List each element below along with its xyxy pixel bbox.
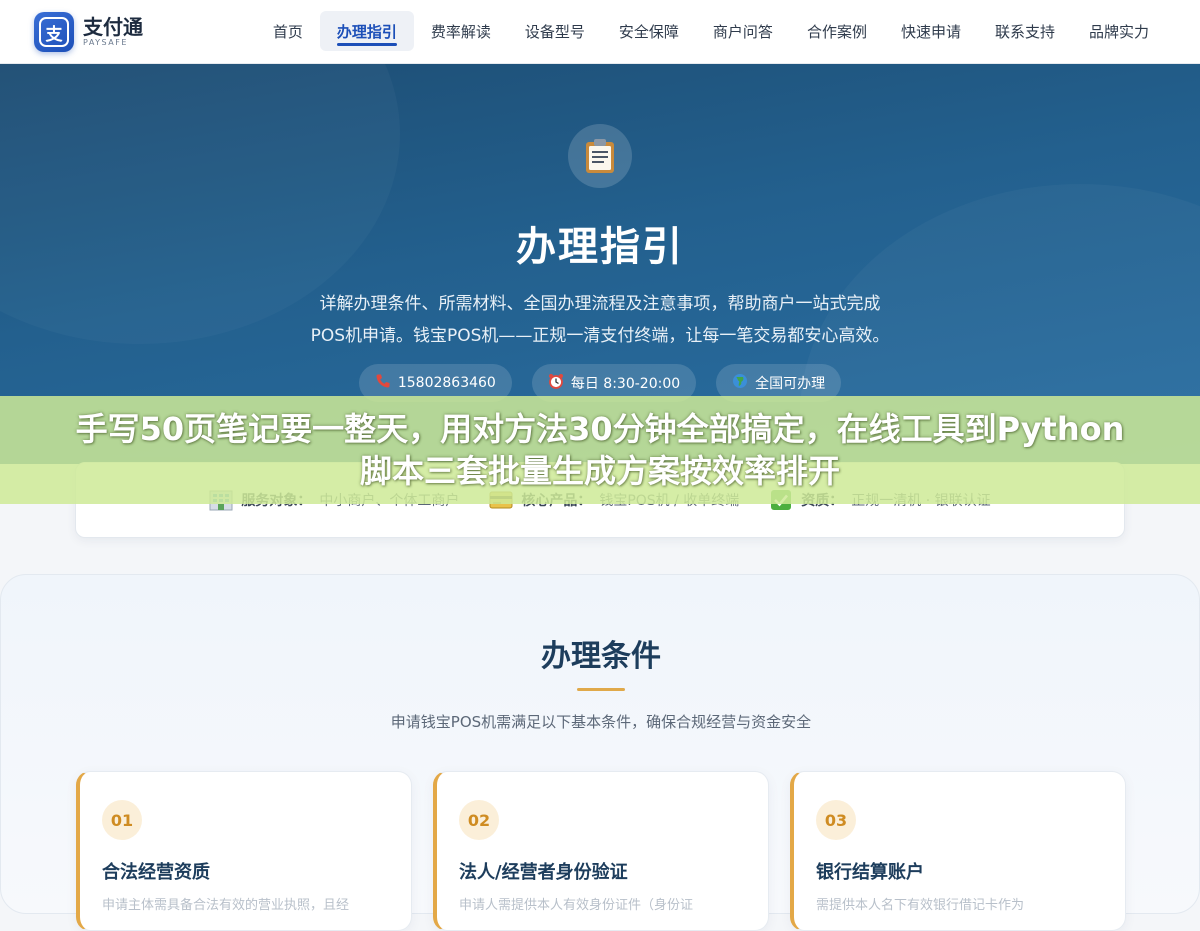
banner-line: 手写50页笔记要一整天，用对方法30分钟全部搞定，在线工具到Python	[75, 410, 1125, 448]
condition-card: 01 合法经营资质 申请主体需具备合法有效的营业执照，且经	[76, 771, 412, 931]
nav-item-cases[interactable]: 合作案例	[790, 11, 884, 51]
hero-description: 详解办理条件、所需材料、全国办理流程及注意事项，帮助商户一站式完成 POS机申请…	[280, 288, 920, 352]
section-subtitle: 申请钱宝POS机需满足以下基本条件，确保合规经营与资金安全	[390, 713, 812, 731]
condition-card: 02 法人/经营者身份验证 申请人需提供本人有效身份证件（身份证	[433, 771, 769, 931]
nav-item-support[interactable]: 联系支持	[978, 11, 1072, 51]
logo-badge-icon: 支	[34, 12, 74, 52]
nav-item-devices[interactable]: 设备型号	[508, 11, 602, 51]
nav-item-apply[interactable]: 快速申请	[884, 11, 978, 51]
nav-item-security[interactable]: 安全保障	[602, 11, 696, 51]
banner-line: 脚本三套批量生成方案按效率排开	[359, 452, 840, 490]
coverage-text: 全国可办理	[755, 376, 826, 392]
card-number-badge: 03	[816, 800, 856, 840]
conditions-section: 办理条件 申请钱宝POS机需满足以下基本条件，确保合规经营与资金安全 01 合法…	[0, 574, 1200, 931]
section-title: 办理条件	[541, 639, 661, 674]
hero-description-line: POS机申请。钱宝POS机——正规一清支付终端，让每一笔交易都安心高效。	[310, 326, 890, 346]
alarm-clock-icon	[548, 373, 564, 393]
logo-name: 支付通	[83, 15, 143, 39]
overlay-banner: 手写50页笔记要一整天，用对方法30分钟全部搞定，在线工具到Python 脚本三…	[0, 396, 1200, 504]
clipboard-icon	[568, 124, 632, 188]
logo-text: 支付通 PAYSAFE	[83, 16, 143, 48]
banner-text: 手写50页笔记要一整天，用对方法30分钟全部搞定，在线工具到Python 脚本三…	[40, 408, 1160, 492]
condition-card: 03 银行结算账户 需提供本人名下有效银行借记卡作为	[790, 771, 1126, 931]
card-title: 合法经营资质	[102, 862, 210, 883]
card-number-badge: 02	[459, 800, 499, 840]
card-title: 银行结算账户	[816, 862, 924, 883]
hero-description-line: 详解办理条件、所需材料、全国办理流程及注意事项，帮助商户一站式完成	[319, 294, 881, 314]
nav-item-brand[interactable]: 品牌实力	[1072, 11, 1166, 51]
business-hours: 每日 8:30-20:00	[570, 376, 681, 392]
nav-item-guide[interactable]: 办理指引	[319, 11, 414, 51]
nav-item-faq[interactable]: 商户问答	[696, 11, 790, 51]
phone-icon	[375, 373, 391, 393]
page-title: 办理指引	[516, 224, 684, 270]
phone-number: 15802863460	[397, 375, 496, 391]
nav-item-rates[interactable]: 费率解读	[414, 11, 508, 51]
card-text: 申请人需提供本人有效身份证件（身份证	[459, 898, 694, 913]
main-nav: 首页 办理指引 费率解读 设备型号 安全保障 商户问答 合作案例 快速申请 联系…	[256, 11, 1166, 51]
logo-subtitle: PAYSAFE	[83, 38, 128, 47]
nav-item-home[interactable]: 首页	[256, 11, 320, 51]
site-logo[interactable]: 支 支付通 PAYSAFE	[34, 12, 143, 52]
card-title: 法人/经营者身份验证	[459, 862, 628, 883]
logo-mark: 支	[39, 17, 69, 47]
section-divider	[577, 688, 625, 691]
top-header: 支 支付通 PAYSAFE 首页 办理指引 费率解读 设备型号 安全保障 商户问…	[0, 0, 1200, 64]
card-text: 需提供本人名下有效银行借记卡作为	[816, 898, 1025, 913]
globe-icon	[732, 373, 748, 393]
card-text: 申请主体需具备合法有效的营业执照，且经	[102, 898, 350, 913]
card-number-badge: 01	[102, 800, 142, 840]
